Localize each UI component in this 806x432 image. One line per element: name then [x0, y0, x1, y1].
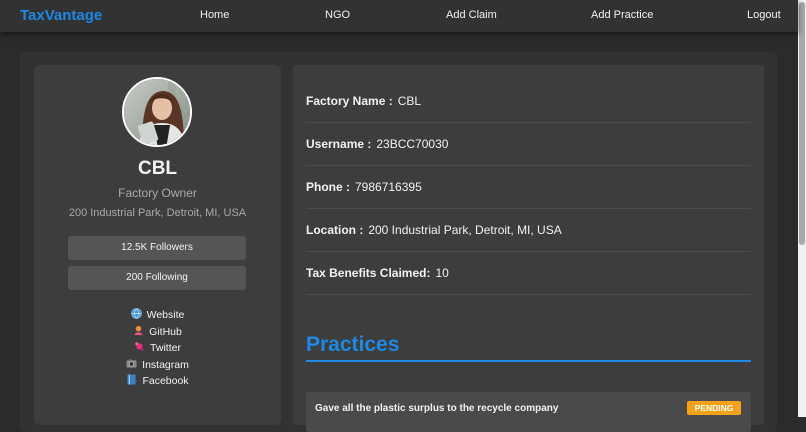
practices-divider [306, 360, 751, 362]
detail-row-factory-name: Factory Name : CBL [306, 80, 751, 123]
detail-value: CBL [397, 94, 422, 108]
practice-description: Gave all the plastic surplus to the recy… [315, 403, 559, 414]
social-link-twitter[interactable]: Twitter [134, 340, 181, 357]
social-links: Website GitHub Twitter Instagram Faceboo… [34, 307, 281, 390]
nav-link-add-claim[interactable]: Add Claim [446, 9, 497, 21]
social-link-github[interactable]: GitHub [133, 324, 182, 341]
detail-label: Username : [306, 137, 372, 151]
github-icon [133, 325, 144, 339]
social-link-website[interactable]: Website [130, 307, 185, 324]
detail-value: 200 Industrial Park, Detroit, MI, USA [368, 223, 562, 237]
status-badge: PENDING [687, 401, 741, 415]
detail-value: 7986716395 [355, 180, 422, 194]
detail-value: 10 [435, 266, 449, 280]
detail-label: Factory Name : [306, 94, 393, 108]
following-button[interactable]: 200 Following [68, 266, 246, 290]
detail-value: 23BCC70030 [376, 137, 449, 151]
nav-link-logout[interactable]: Logout [747, 9, 781, 21]
nav-link-add-practice[interactable]: Add Practice [591, 9, 653, 21]
profile-card: CBL Factory Owner 200 Industrial Park, D… [34, 65, 281, 425]
followers-button[interactable]: 12.5K Followers [68, 236, 246, 260]
detail-row-location: Location : 200 Industrial Park, Detroit,… [306, 209, 751, 252]
detail-label: Tax Benefits Claimed: [306, 266, 431, 280]
social-label-facebook: Facebook [142, 375, 189, 388]
facebook-icon [126, 374, 137, 388]
profile-address: 200 Industrial Park, Detroit, MI, USA [68, 207, 247, 219]
profile-name: CBL [137, 158, 178, 179]
instagram-icon [126, 358, 137, 372]
social-link-facebook[interactable]: Facebook [126, 373, 189, 390]
nav-link-ngo[interactable]: NGO [325, 9, 350, 21]
practices-heading: Practices [306, 333, 400, 356]
globe-icon [130, 308, 142, 322]
practice-item[interactable]: Gave all the plastic surplus to the recy… [306, 392, 751, 432]
social-label-website: Website [146, 309, 185, 322]
nav-link-home[interactable]: Home [200, 9, 229, 21]
page-scrollbar[interactable] [798, 0, 806, 417]
detail-label: Phone : [306, 180, 350, 194]
social-link-instagram[interactable]: Instagram [126, 357, 189, 374]
avatar-photo [124, 79, 190, 145]
social-label-instagram: Instagram [142, 358, 189, 371]
detail-label: Location : [306, 223, 364, 237]
profile-role: Factory Owner [118, 186, 197, 200]
top-navbar: TaxVantage Home NGO Add Claim Add Practi… [0, 0, 798, 32]
detail-row-phone: Phone : 7986716395 [306, 166, 751, 209]
brand-logo[interactable]: TaxVantage [20, 7, 102, 24]
detail-row-tax-benefits: Tax Benefits Claimed: 10 [306, 252, 751, 295]
social-label-twitter: Twitter [150, 342, 181, 355]
details-card: Factory Name : CBL Username : 23BCC70030… [293, 65, 764, 432]
detail-row-username: Username : 23BCC70030 [306, 123, 751, 166]
social-label-github: GitHub [149, 325, 182, 338]
scrollbar-thumb[interactable] [799, 2, 805, 245]
avatar [122, 77, 192, 147]
twitter-icon [134, 341, 145, 355]
